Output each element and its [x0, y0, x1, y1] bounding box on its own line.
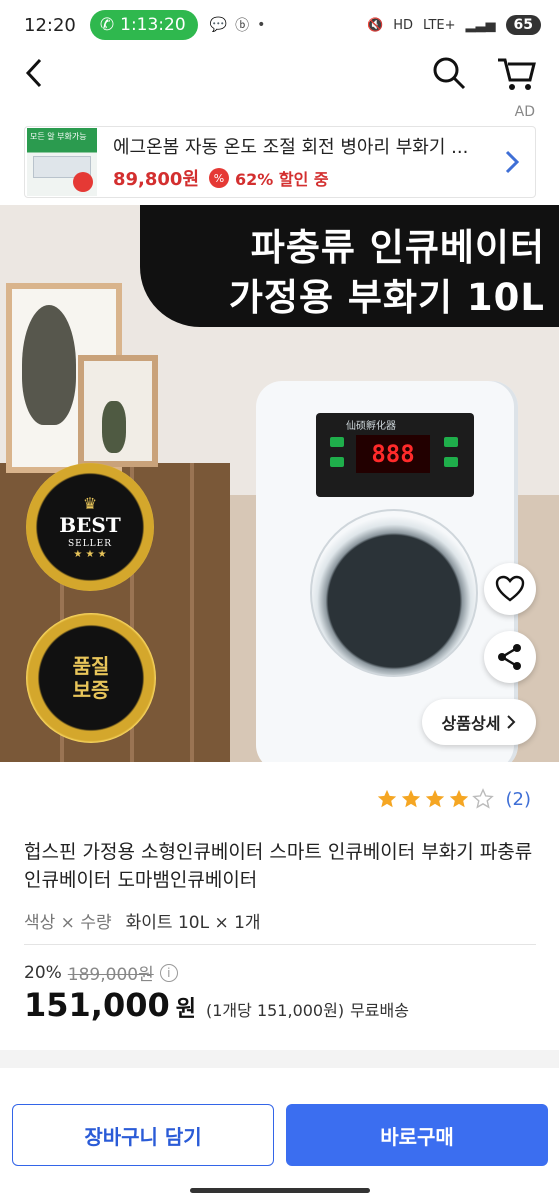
app-header: [0, 50, 559, 96]
dot-icon: •: [257, 17, 266, 33]
product-name: 헙스핀 가정용 소형인큐베이터 스마트 인큐베이터 부화기 파충류인큐베이터 도…: [24, 841, 533, 891]
rating-row[interactable]: (2): [376, 788, 532, 810]
star-filled-icon: [449, 789, 468, 808]
product-image[interactable]: 파충류 인큐베이터 가정용 부화기 10L 仙硕孵化器 888 ♛ BEST S…: [0, 205, 559, 762]
leaf-artwork: [22, 305, 76, 425]
back-button[interactable]: [20, 54, 50, 92]
ad-banner[interactable]: 모든 알 부화가능 에그온봄 자동 온도 조절 회전 병아리 부화기 ... 8…: [24, 126, 536, 198]
best-seller-badge: ♛ BEST SELLER ★ ★ ★: [26, 463, 154, 591]
info-icon[interactable]: i: [159, 963, 178, 982]
badge-quality-line1: 품질: [72, 654, 110, 678]
quality-badge: 품질 보증: [26, 613, 156, 743]
status-time: 12:20: [24, 14, 76, 36]
section-separator: [0, 1050, 559, 1068]
panel-button: [444, 457, 458, 467]
phone-icon: ✆: [99, 15, 115, 35]
ad-thumb-text: 모든 알 부화가능: [30, 132, 87, 141]
image-title-line2: 가정용 부화기 10L: [228, 276, 545, 319]
original-price: 189,000원: [67, 965, 154, 985]
discount-badge-icon: %: [209, 168, 230, 188]
share-icon: [498, 644, 521, 670]
search-button[interactable]: [430, 54, 468, 92]
option-value: 화이트 10L × 1개: [125, 913, 261, 933]
ad-price-row: 89,800원 % 62% 할인 중: [113, 165, 497, 191]
option-row[interactable]: 색상 × 수량 화이트 10L × 1개: [24, 908, 261, 933]
ad-price: 89,800원: [113, 169, 200, 190]
hd-label: HD: [393, 17, 414, 33]
unit-price: (1개당 151,000원): [206, 1001, 345, 1020]
price-discount-row: 20% 189,000원 i: [24, 960, 178, 985]
wishlist-button[interactable]: [484, 563, 536, 615]
buy-now-button[interactable]: 바로구매: [286, 1104, 548, 1166]
signal-icon: ▂▃▅: [465, 17, 496, 33]
chevron-left-icon: [25, 58, 42, 88]
incubator-door: [310, 509, 478, 677]
ad-text: 에그온봄 자동 온도 조절 회전 병아리 부화기 ... 89,800원 % 6…: [113, 133, 497, 191]
b-icon: ⓑ: [235, 18, 250, 34]
mute-icon: 🔇: [367, 17, 384, 33]
cart-button[interactable]: [496, 54, 538, 92]
rating-stars: [376, 788, 494, 810]
star-filled-icon: [401, 789, 420, 808]
option-label: 색상 × 수량: [24, 913, 112, 933]
sale-price: 151,000: [24, 986, 170, 1024]
share-button[interactable]: [484, 631, 536, 683]
image-title-banner: 파충류 인큐베이터 가정용 부화기 10L: [140, 205, 559, 327]
star-filled-icon: [425, 789, 444, 808]
panel-button: [330, 457, 344, 467]
control-panel: 仙硕孵化器 888: [316, 413, 474, 497]
status-right: 🔇 HD LTE+ ▂▃▅ 65: [367, 15, 541, 35]
chevron-right-icon: [505, 150, 520, 174]
search-icon: [433, 57, 466, 90]
stars-decoration: ★ ★ ★: [73, 549, 107, 560]
call-indicator[interactable]: ✆ 1:13:20: [89, 10, 198, 40]
call-duration: 1:13:20: [120, 15, 186, 35]
shipping-info: 무료배송: [350, 1001, 409, 1020]
panel-button: [444, 437, 458, 447]
ad-discount: 62% 할인 중: [235, 170, 329, 189]
cart-icon: [498, 58, 536, 90]
home-indicator[interactable]: [190, 1188, 370, 1193]
plant-artwork: [102, 401, 126, 453]
network-label: LTE+: [423, 17, 456, 33]
price-unit: 원: [175, 997, 196, 1022]
panel-display: 888: [356, 435, 430, 473]
price-row: 151,000 원 (1개당 151,000원) 무료배송: [24, 986, 409, 1024]
add-to-cart-button[interactable]: 장바구니 담기: [12, 1104, 274, 1166]
badge-quality-line2: 보증: [72, 678, 110, 702]
ad-thumbnail: 모든 알 부화가능: [27, 128, 97, 196]
panel-button: [330, 437, 344, 447]
ad-thumb-stamp: [73, 172, 93, 192]
bottom-action-bar: 장바구니 담기 바로구매: [0, 1090, 559, 1180]
discount-rate: 20%: [24, 962, 62, 983]
chevron-right-icon: [507, 715, 516, 729]
product-detail-button[interactable]: 상품상세: [422, 699, 536, 745]
star-filled-icon: [377, 789, 396, 808]
battery-indicator: 65: [505, 15, 541, 35]
review-count[interactable]: (2): [506, 789, 532, 810]
divider: [24, 944, 536, 945]
cabinet-line: [190, 463, 194, 762]
image-title-line1: 파충류 인큐베이터: [250, 226, 545, 269]
ad-title: 에그온봄 자동 온도 조절 회전 병아리 부화기 ...: [113, 137, 469, 158]
status-bar: 12:20 ✆ 1:13:20 💬 ⓑ • 🔇 HD LTE+ ▂▃▅ 65: [0, 0, 559, 50]
talk-icon: 💬: [209, 17, 228, 33]
badge-best-sub: SELLER: [67, 539, 113, 549]
badge-best-text: BEST: [59, 513, 121, 537]
ad-label: AD: [514, 104, 535, 120]
panel-label: 仙硕孵化器: [346, 421, 396, 432]
star-empty-icon: [471, 788, 494, 809]
detail-button-label: 상품상세: [441, 714, 501, 733]
crown-icon: ♛: [82, 494, 98, 513]
heart-icon: [495, 575, 525, 602]
